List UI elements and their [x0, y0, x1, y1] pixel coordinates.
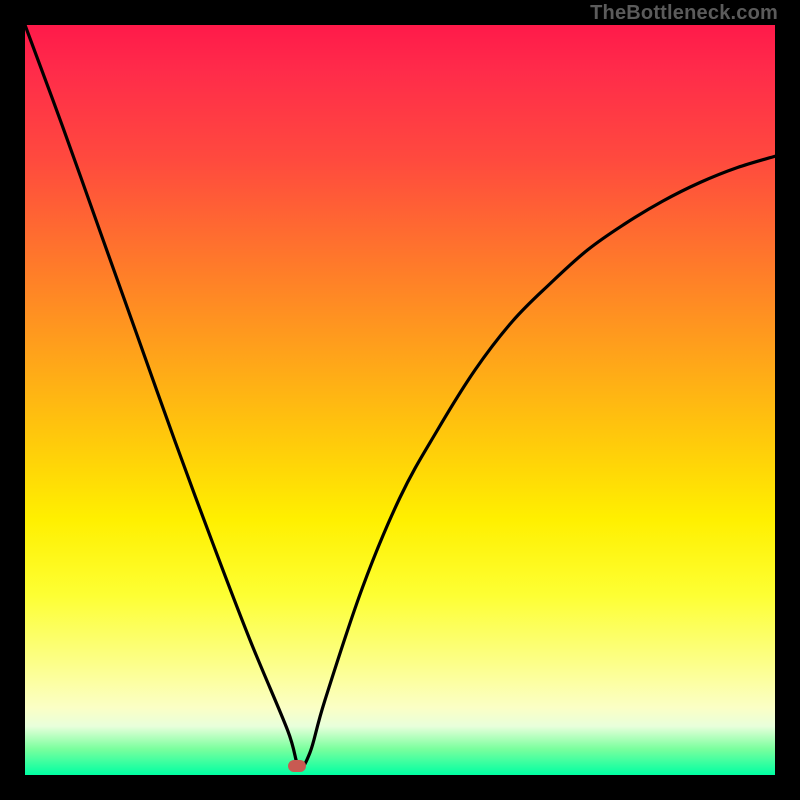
curve-svg	[25, 25, 775, 775]
plot-area	[25, 25, 775, 775]
branding-watermark: TheBottleneck.com	[590, 2, 778, 25]
optimal-point-marker	[288, 760, 306, 772]
chart-frame: TheBottleneck.com	[0, 0, 800, 800]
bottleneck-curve	[25, 25, 775, 767]
